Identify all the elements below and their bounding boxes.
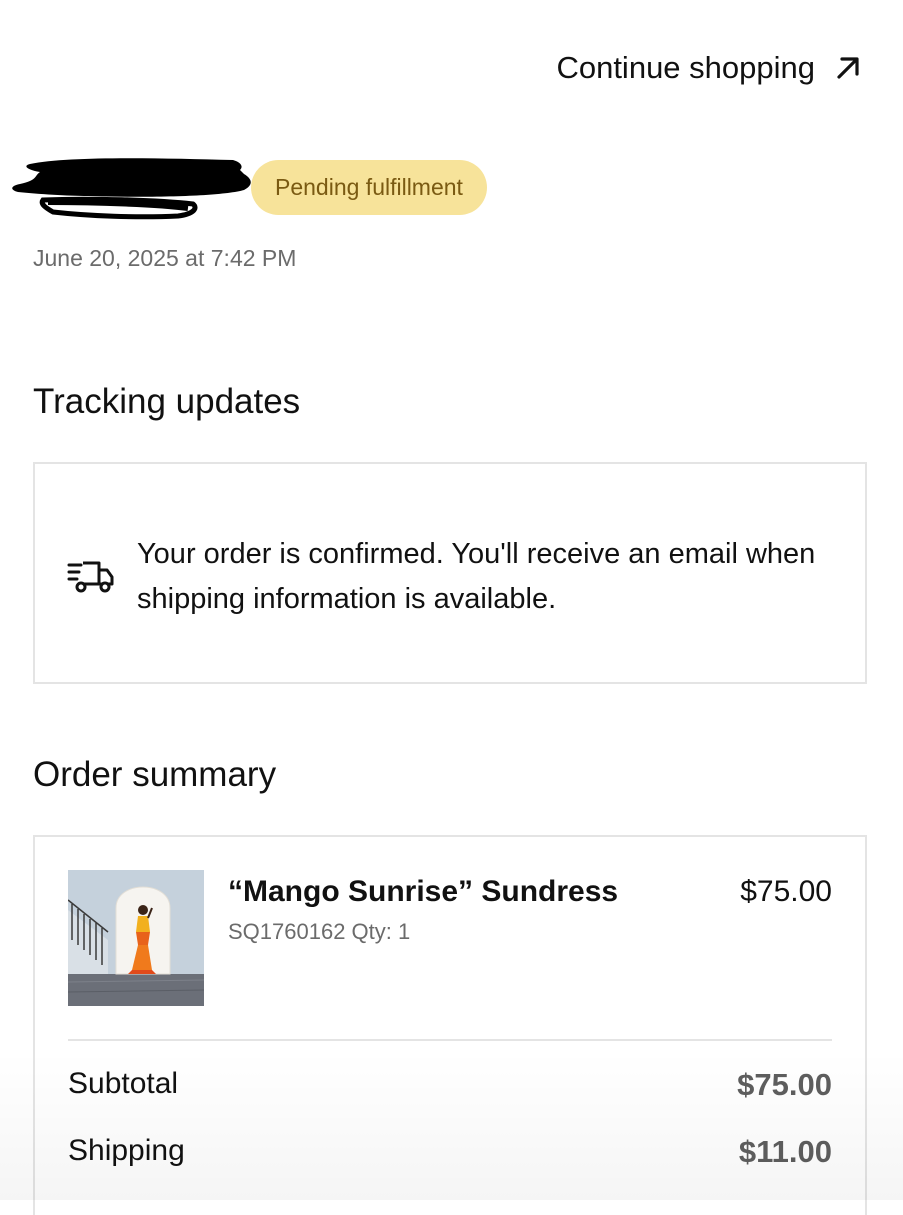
divider — [68, 1039, 832, 1041]
order-date: June 20, 2025 at 7:42 PM — [33, 245, 297, 271]
shipping-value: $11.00 — [738, 1134, 832, 1169]
item-price: $75.00 — [740, 875, 832, 908]
delivery-truck-icon — [67, 561, 114, 593]
order-summary-heading: Order summary — [33, 755, 277, 794]
item-name[interactable]: “Mango Sunrise” Sundress — [228, 875, 618, 909]
tracking-updates-heading: Tracking updates — [33, 382, 301, 421]
subtotal-value: $75.00 — [737, 1067, 832, 1102]
continue-shopping-label: Continue shopping — [556, 50, 815, 85]
status-badge: Pending fulfillment — [251, 159, 487, 215]
shipping-label: Shipping — [68, 1134, 185, 1167]
tracking-card: Your order is confirmed. You'll receive … — [33, 462, 867, 684]
product-thumbnail[interactable] — [68, 870, 204, 1006]
continue-shopping-link[interactable]: Continue shopping — [556, 50, 863, 86]
item-sku-qty: SQ1760162 Qty: 1 — [228, 919, 411, 944]
subtotal-label: Subtotal — [68, 1067, 179, 1100]
tracking-message: Your order is confirmed. You'll receive … — [137, 538, 816, 615]
order-summary-card: “Mango Sunrise” Sundress SQ1760162 Qty: … — [33, 835, 867, 1215]
arrow-up-right-icon — [837, 57, 859, 79]
redacted-order-number — [12, 158, 251, 220]
order-header: Pending fulfillment — [8, 152, 487, 222]
